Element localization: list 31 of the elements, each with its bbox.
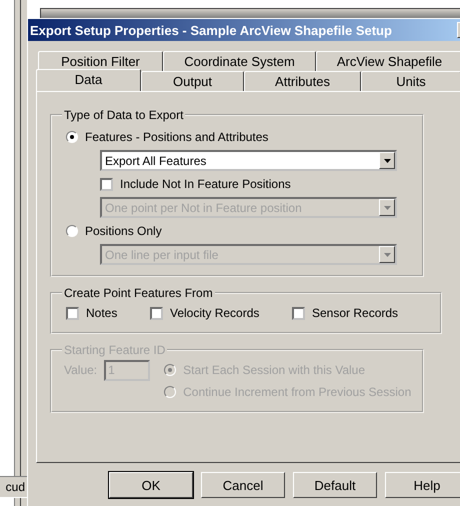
- checkbox[interactable]: [100, 178, 113, 190]
- dialog-button[interactable]: Default: [293, 472, 377, 498]
- tab[interactable]: Attributes: [244, 71, 361, 91]
- radio-label: Features - Positions and Attributes: [85, 130, 268, 144]
- dialog-button[interactable]: OK: [109, 472, 193, 498]
- checkbox-label: Velocity Records: [170, 306, 260, 320]
- tab[interactable]: ArcView Shapefile: [316, 51, 460, 71]
- dialog-button[interactable]: Help: [385, 472, 460, 498]
- dropdown-arrow-icon: [384, 252, 390, 256]
- background-window-text: cud: [0, 476, 27, 498]
- checkbox[interactable]: [66, 306, 79, 320]
- dropdown[interactable]: Export All Features: [100, 150, 397, 171]
- checkbox[interactable]: [292, 306, 305, 320]
- tab[interactable]: Units: [361, 71, 460, 91]
- tab[interactable]: Output: [141, 71, 244, 91]
- tab[interactable]: Position Filter: [38, 51, 163, 71]
- group-title: Type of Data to Export: [63, 108, 184, 122]
- radio-button[interactable]: [66, 225, 78, 237]
- dialog-button[interactable]: Cancel: [201, 472, 285, 498]
- window-title: Export Setup Properties - Sample ArcView Shapefile Setup: [30, 22, 392, 38]
- group-title: Create Point Features From: [63, 286, 214, 300]
- checkbox-label: Notes: [86, 306, 118, 320]
- radio-label: Positions Only: [85, 224, 162, 238]
- dropdown-arrow-icon: [384, 158, 390, 162]
- tab[interactable]: Coordinate System: [163, 51, 316, 71]
- checkbox-label: Include Not In Feature Positions: [120, 177, 291, 191]
- dropdown-arrow-icon: [384, 206, 390, 210]
- checkbox[interactable]: [150, 306, 163, 320]
- tab[interactable]: Data: [36, 69, 141, 91]
- checkbox-label: Sensor Records: [312, 306, 398, 320]
- radio-button[interactable]: [66, 131, 78, 143]
